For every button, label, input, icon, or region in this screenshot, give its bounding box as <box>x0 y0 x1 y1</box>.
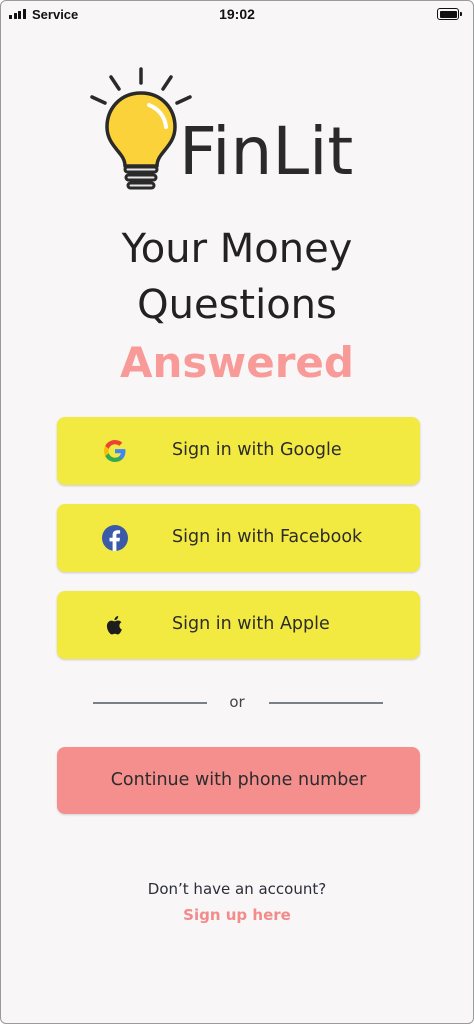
phone-continue-button[interactable]: Continue with phone number <box>57 747 420 814</box>
headline-line-2: Questions <box>137 282 337 328</box>
phone-continue-label: Continue with phone number <box>110 770 367 790</box>
brand-name: FinLit <box>179 113 354 190</box>
battery-full-icon <box>437 8 462 20</box>
login-screen: Service 19:02 FinLit Your Money Question <box>0 0 474 1024</box>
facebook-icon <box>102 525 128 551</box>
signup-link[interactable]: Sign up here <box>1 906 473 924</box>
facebook-signin-button[interactable]: Sign in with Facebook <box>57 504 420 572</box>
google-signin-label: Sign in with Google <box>172 440 342 460</box>
status-bar: Service 19:02 <box>1 1 473 27</box>
headline-line-1: Your Money <box>121 226 353 272</box>
apple-signin-button[interactable]: Sign in with Apple <box>57 591 420 659</box>
headline-accent: Answered <box>120 338 354 387</box>
app-logo: FinLit <box>89 67 369 191</box>
divider-line-right <box>269 702 383 704</box>
divider-or: or <box>229 693 245 711</box>
facebook-signin-label: Sign in with Facebook <box>172 527 363 547</box>
apple-signin-label: Sign in with Apple <box>172 614 330 634</box>
status-time: 19:02 <box>219 6 255 22</box>
apple-icon <box>106 616 122 635</box>
google-icon <box>104 440 126 462</box>
google-signin-button[interactable]: Sign in with Google <box>57 417 420 485</box>
no-account-text: Don’t have an account? <box>147 880 327 898</box>
